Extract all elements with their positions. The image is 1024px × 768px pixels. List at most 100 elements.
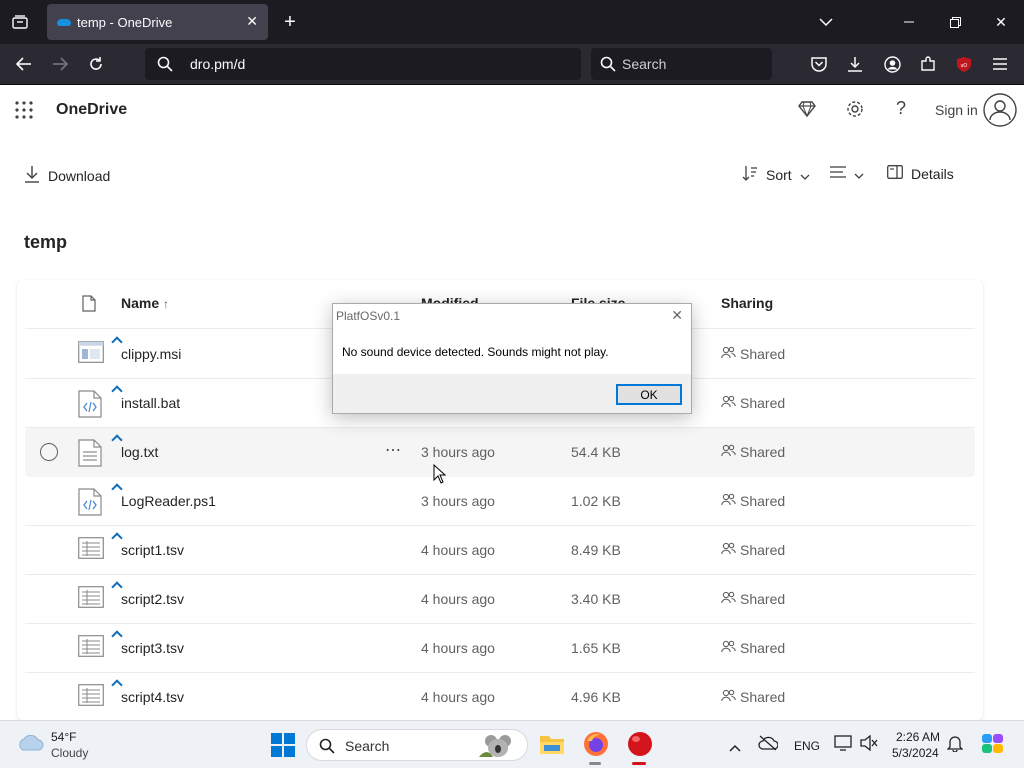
file-sharing[interactable]: Shared [721,640,785,656]
more-actions-icon[interactable]: ⋯ [385,440,402,460]
file-modified: 4 hours ago [421,689,495,705]
download-label: Download [48,167,111,184]
sort-button[interactable]: Sort [742,165,810,184]
file-sharing[interactable]: Shared [721,444,785,460]
file-sharing[interactable]: Shared [721,542,785,558]
red-ball-app-icon[interactable] [627,731,653,762]
avatar[interactable] [983,93,1017,132]
dialog-close-icon[interactable]: ✕ [671,307,683,324]
sharing-label: Shared [740,591,786,607]
mouse-cursor-icon [433,463,447,489]
file-sharing[interactable]: Shared [721,395,785,411]
brand-title[interactable]: OneDrive [56,101,127,119]
tab-overflow-chevron-icon[interactable] [815,11,837,33]
close-window-icon[interactable]: ✕ [990,11,1012,33]
file-row[interactable]: log.txt ⋯ 3 hours ago 54.4 KB Shared [25,428,975,477]
ok-button[interactable]: OK [616,384,682,405]
details-button[interactable]: Details [887,165,954,182]
row-select-radio[interactable] [40,443,58,461]
weather-condition[interactable]: Cloudy [51,746,88,760]
column-header-name[interactable]: Name ↑ [121,295,169,311]
sort-ascending-icon: ↑ [163,297,170,311]
shared-people-icon [721,689,736,705]
file-size: 1.65 KB [571,640,621,656]
file-name[interactable]: clippy.msi [121,346,181,362]
shared-people-icon [721,493,736,509]
file-name[interactable]: script4.tsv [121,689,184,705]
help-icon[interactable]: ? [896,98,906,119]
file-size: 54.4 KB [571,444,621,460]
sign-in-link[interactable]: Sign in [935,102,978,118]
language-indicator[interactable]: ENG [794,739,820,753]
file-row[interactable]: script1.tsv 4 hours ago 8.49 KB Shared [25,526,975,575]
account-icon[interactable] [881,53,903,75]
extensions-icon[interactable] [917,53,939,75]
ublock-origin-icon[interactable]: uO [953,53,975,75]
volume-muted-icon[interactable] [860,734,878,756]
back-arrow-icon[interactable] [13,53,35,75]
search-icon [157,56,173,75]
column-header-name-label: Name [121,295,160,311]
file-row[interactable]: script2.tsv 4 hours ago 3.40 KB Shared [25,575,975,624]
pocket-icon[interactable] [808,53,830,75]
file-sharing[interactable]: Shared [721,689,785,705]
file-row[interactable]: LogReader.ps1 3 hours ago 1.02 KB Shared [25,477,975,526]
chevron-down-icon [854,166,864,182]
file-sharing[interactable]: Shared [721,346,785,362]
view-options-button[interactable] [830,165,864,182]
app-launcher-icon[interactable] [15,101,33,124]
sharing-label: Shared [740,395,786,411]
taskbar-search[interactable]: Search [306,729,528,761]
settings-gear-icon[interactable] [846,100,864,123]
file-name[interactable]: install.bat [121,395,180,411]
details-label: Details [911,165,954,182]
restore-icon[interactable] [944,11,966,33]
weather-temp[interactable]: 54°F [51,730,76,744]
hamburger-menu-icon[interactable] [989,53,1011,75]
chevron-up-icon[interactable] [729,739,741,757]
shared-people-icon [721,346,736,362]
clock-time[interactable]: 2:26 AM [896,730,940,744]
file-sharing[interactable]: Shared [721,591,785,607]
shared-people-icon [721,542,736,558]
premium-diamond-icon[interactable] [798,101,816,122]
notification-bell-icon[interactable] [946,734,964,757]
browser-tab-active[interactable]: temp - OneDrive ✕ [47,4,268,40]
chevron-down-icon [800,167,810,183]
file-name[interactable]: script3.tsv [121,640,184,656]
file-name[interactable]: script1.tsv [121,542,184,558]
sort-icon [742,165,758,184]
copilot-icon[interactable] [980,731,1006,762]
reload-icon[interactable] [85,53,107,75]
file-row[interactable]: script3.tsv 4 hours ago 1.65 KB Shared [25,624,975,673]
weather-cloud-icon[interactable] [16,732,44,757]
column-header-sharing[interactable]: Sharing [721,295,773,311]
dialog-title: PlatfOSv0.1 [336,309,401,323]
file-explorer-icon[interactable] [539,732,565,761]
download-icon [24,165,40,186]
file-name[interactable]: LogReader.ps1 [121,493,216,509]
download-button[interactable]: Download [24,165,110,186]
browser-navbar: dro.pm/d Search uO [0,44,1024,85]
tab-list-icon[interactable] [8,11,32,33]
windows-start-icon[interactable] [271,733,295,762]
url-bar[interactable]: dro.pm/d [145,48,581,80]
file-sharing[interactable]: Shared [721,493,785,509]
clock-date[interactable]: 5/3/2024 [892,746,939,760]
file-row[interactable]: script4.tsv 4 hours ago 4.96 KB Shared [25,673,975,722]
new-tab-icon[interactable]: + [279,11,301,33]
file-name[interactable]: script2.tsv [121,591,184,607]
dialog-body: No sound device detected. Sounds might n… [333,328,691,374]
cloud-sync-off-icon[interactable] [758,735,779,756]
display-network-icon[interactable] [834,735,852,756]
downloads-icon[interactable] [844,53,866,75]
folder-title: temp [24,232,68,252]
minimize-icon[interactable] [898,11,920,33]
forward-arrow-icon[interactable] [49,53,71,75]
file-name[interactable]: log.txt [121,444,158,460]
browser-search-box[interactable]: Search [591,48,772,80]
sharing-label: Shared [740,689,786,705]
file-size: 4.96 KB [571,689,621,705]
firefox-icon[interactable] [583,731,609,762]
close-tab-icon[interactable]: ✕ [246,13,258,30]
